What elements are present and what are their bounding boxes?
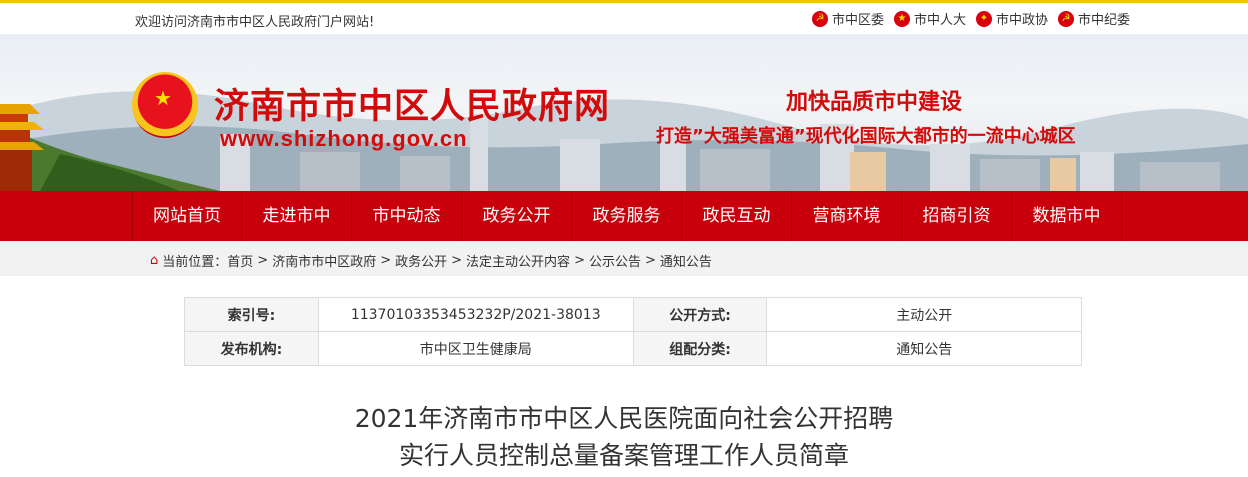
index-label: 索引号: [184, 297, 319, 332]
link-district-npc[interactable]: ★ 市中人大 [893, 9, 966, 28]
table-row: 索引号: 11370103353453232P/2021-38013 公开方式:… [184, 297, 1082, 332]
org-value: 市中区卫生健康局 [317, 331, 634, 366]
breadcrumb-item[interactable]: 济南市市中区政府 [272, 251, 376, 270]
home-icon: ⌂ [150, 253, 159, 268]
breadcrumb: ⌂ 当前位置： 首页 > 济南市市中区政府 > 政务公开 > 法定主动公开内容 … [150, 251, 712, 270]
breadcrumb-separator: > [380, 253, 392, 268]
breadcrumb-item[interactable]: 首页 [227, 251, 253, 270]
document-title-line1: 2021年济南市市中区人民医院面向社会公开招聘 [354, 404, 894, 433]
method-value: 主动公开 [766, 297, 1082, 332]
breadcrumb-separator: > [257, 253, 269, 268]
national-emblem-icon: ★ [893, 10, 910, 27]
nav-data[interactable]: 数据市中 [1012, 191, 1122, 241]
category-label: 组配分类: [632, 331, 768, 366]
document-title-line2: 实行人员控制总量备案管理工作人员简章 [398, 441, 849, 470]
breadcrumb-item[interactable]: 公示公告 [589, 251, 641, 270]
party-emblem-icon: ☭ [1057, 10, 1074, 27]
link-label: 市中区委 [831, 13, 884, 28]
breadcrumb-separator: > [451, 253, 463, 268]
breadcrumb-item[interactable]: 通知公告 [660, 251, 712, 270]
site-url: www.shizhong.gov.cn [220, 126, 468, 151]
breadcrumb-bar: ⌂ 当前位置： 首页 > 济南市市中区政府 > 政务公开 > 法定主动公开内容 … [0, 241, 1248, 276]
breadcrumb-prefix: 当前位置： [162, 255, 228, 270]
top-links: ☭ 市中区委 ★ 市中人大 ✦ 市中政协 ☭ 市中纪委 [811, 9, 1130, 28]
breadcrumb-separator: > [644, 253, 656, 268]
nav-business-environment[interactable]: 营商环境 [792, 191, 902, 241]
link-district-party-committee[interactable]: ☭ 市中区委 [811, 9, 884, 28]
nav-public-interaction[interactable]: 政民互动 [682, 191, 792, 241]
slogan-secondary: 打造”大强美富通”现代化国际大都市的一流中心城区 [656, 126, 1076, 147]
breadcrumb-separator: > [574, 253, 585, 268]
welcome-text: 欢迎访问济南市市中区人民政府门户网站! [135, 15, 375, 30]
link-district-discipline[interactable]: ☭ 市中纪委 [1057, 9, 1130, 28]
category-value: 通知公告 [766, 331, 1082, 366]
document-title: 2021年济南市市中区人民医院面向社会公开招聘 实行人员控制总量备案管理工作人员… [0, 400, 1248, 474]
nav-home[interactable]: 网站首页 [132, 191, 242, 241]
link-label: 市中人大 [913, 13, 966, 28]
nav-news[interactable]: 市中动态 [352, 191, 462, 241]
method-label: 公开方式: [632, 297, 768, 332]
breadcrumb-item[interactable]: 法定主动公开内容 [466, 251, 570, 270]
nav-government-affairs[interactable]: 政务公开 [462, 191, 572, 241]
table-row: 发布机构: 市中区卫生健康局 组配分类: 通知公告 [184, 331, 1082, 366]
nav-investment[interactable]: 招商引资 [902, 191, 1012, 241]
nav-about-shizhong[interactable]: 走进市中 [242, 191, 352, 241]
pagoda-illustration [0, 94, 44, 191]
party-emblem-icon: ☭ [811, 10, 828, 27]
site-banner: ★ 济南市市中区人民政府网 www.shizhong.gov.cn 加快品质市中… [0, 34, 1248, 191]
slogan-primary: 加快品质市中建设 [786, 90, 963, 115]
cppcc-emblem-icon: ✦ [975, 10, 992, 27]
nav-government-services[interactable]: 政务服务 [572, 191, 682, 241]
site-title: 济南市市中区人民政府网 [214, 87, 611, 127]
link-label: 市中纪委 [1077, 13, 1130, 28]
link-district-cppcc[interactable]: ✦ 市中政协 [975, 9, 1048, 28]
document-info-table: 索引号: 11370103353453232P/2021-38013 公开方式:… [184, 297, 1082, 366]
top-bar: 欢迎访问济南市市中区人民政府门户网站! ☭ 市中区委 ★ 市中人大 ✦ 市中政协… [0, 0, 1248, 34]
main-nav: 网站首页 走进市中 市中动态 政务公开 政务服务 政民互动 营商环境 招商引资 … [0, 191, 1248, 241]
org-label: 发布机构: [184, 331, 319, 366]
link-label: 市中政协 [995, 13, 1048, 28]
index-value: 11370103353453232P/2021-38013 [317, 297, 634, 332]
breadcrumb-item[interactable]: 政务公开 [395, 251, 447, 270]
national-emblem-logo: ★ [132, 72, 198, 138]
